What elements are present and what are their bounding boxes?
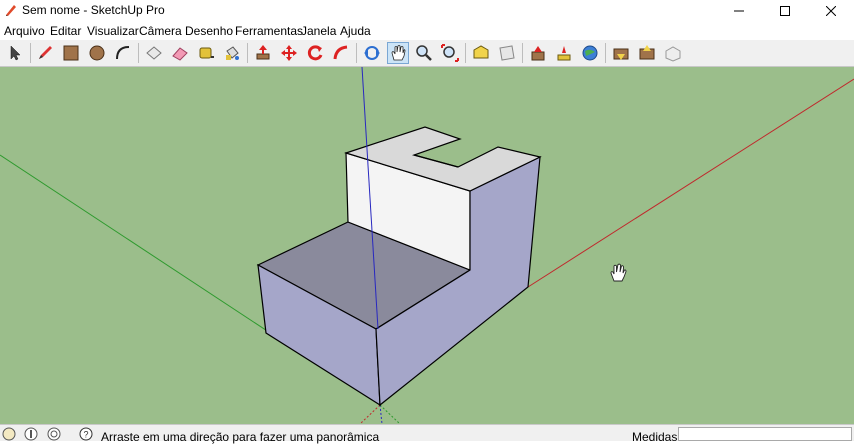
minimize-button[interactable] [716, 0, 762, 21]
layout-icon [557, 46, 571, 61]
menu-editar[interactable]: Editar [50, 24, 81, 38]
pan-icon [391, 45, 406, 61]
green-axis-dashed [379, 404, 401, 424]
make-component-icon [146, 46, 162, 60]
menu-desenho[interactable]: Desenho [185, 24, 233, 38]
red-axis-dashed [359, 404, 381, 424]
extension-manager-icon [665, 46, 681, 62]
push-pull-icon [256, 45, 270, 60]
arc-icon [116, 46, 130, 60]
get-models-icon [613, 48, 629, 60]
menu-ajuda[interactable]: Ajuda [340, 24, 371, 38]
geo-location-status-icon[interactable] [2, 427, 16, 441]
share-model-tool[interactable] [496, 42, 518, 64]
toolbar-separator [138, 43, 139, 63]
warehouse-tool[interactable] [470, 42, 492, 64]
extension-warehouse-tool[interactable] [527, 42, 549, 64]
menu-camera[interactable]: Câmera [139, 24, 182, 38]
rectangle-icon [63, 45, 79, 61]
user-account-icon[interactable] [47, 427, 61, 441]
move-icon [281, 45, 297, 61]
maximize-button[interactable] [762, 0, 808, 21]
tape-measure-icon [199, 47, 214, 59]
push-pull-tool[interactable] [252, 42, 274, 64]
credits-icon[interactable] [24, 427, 38, 441]
circle-tool[interactable] [86, 42, 108, 64]
warehouse-icon [473, 45, 489, 59]
select-tool[interactable] [4, 42, 26, 64]
toolbar-separator [465, 43, 466, 63]
rotate-icon [307, 45, 323, 61]
paint-bucket-tool[interactable] [221, 42, 243, 64]
extension-warehouse-icon [531, 46, 545, 61]
window-title: Sem nome - SketchUp Pro [22, 3, 165, 17]
zoom-icon [416, 45, 432, 61]
menu-ferramentas[interactable]: Ferramentas [235, 24, 303, 38]
zoom-tool[interactable] [413, 42, 435, 64]
title-bar: Sem nome - SketchUp Pro [0, 0, 854, 21]
follow-me-tool[interactable] [330, 42, 352, 64]
follow-me-icon [333, 45, 348, 60]
share-model-icon [499, 45, 515, 61]
pan-tool[interactable] [387, 42, 409, 64]
zoom-extents-icon [441, 44, 459, 62]
get-models-tool[interactable] [610, 42, 632, 64]
make-component-tool[interactable] [143, 42, 165, 64]
extension-manager-tool[interactable] [662, 42, 684, 64]
toolbar-separator [30, 43, 31, 63]
pencil-tool[interactable] [34, 42, 56, 64]
model-canvas [0, 67, 854, 424]
rotate-tool[interactable] [304, 42, 326, 64]
eraser-tool[interactable] [169, 42, 191, 64]
menu-bar: Arquivo Editar Visualizar Câmera Desenho… [0, 21, 854, 41]
help-icon[interactable]: ? [79, 427, 93, 441]
orbit-icon [364, 46, 380, 60]
close-icon [826, 5, 836, 16]
tape-measure-tool[interactable] [195, 42, 217, 64]
eraser-icon [172, 47, 188, 61]
select-icon [10, 45, 21, 61]
close-button[interactable] [808, 0, 854, 21]
geo-location-tool[interactable] [579, 42, 601, 64]
zoom-extents-tool[interactable] [439, 42, 461, 64]
maximize-icon [780, 5, 790, 16]
blue-axis-dashed [379, 404, 383, 424]
rectangle-tool[interactable] [60, 42, 82, 64]
move-tool[interactable] [278, 42, 300, 64]
toolbar-separator [247, 43, 248, 63]
model-viewport[interactable] [0, 67, 854, 424]
menu-arquivo[interactable]: Arquivo [4, 24, 45, 38]
orbit-tool[interactable] [361, 42, 383, 64]
sketchup-logo-icon [6, 5, 16, 16]
arc-tool[interactable] [112, 42, 134, 64]
geo-location-icon [582, 45, 598, 61]
toolbar-separator [522, 43, 523, 63]
paint-bucket-icon [226, 46, 239, 60]
measurements-label: Medidas [632, 430, 678, 444]
menu-visualizar[interactable]: Visualizar [87, 24, 139, 38]
toolbar-separator [356, 43, 357, 63]
share-component-icon [639, 45, 655, 60]
status-message: Arraste em uma direção para fazer uma pa… [101, 430, 380, 444]
main-toolbar [0, 40, 854, 67]
share-component-tool[interactable] [636, 42, 658, 64]
layout-tool[interactable] [553, 42, 575, 64]
pencil-icon [39, 46, 52, 59]
measurements-input[interactable] [678, 427, 852, 441]
menu-janela[interactable]: Janela [301, 24, 336, 38]
toolbar-separator [605, 43, 606, 63]
status-bar: ? Arraste em uma direção para fazer uma … [0, 424, 854, 444]
svg-text:?: ? [83, 430, 88, 440]
red-axis [527, 78, 854, 288]
hand-pan-icon [610, 263, 627, 282]
minimize-icon [734, 10, 744, 11]
circle-icon [89, 45, 105, 61]
